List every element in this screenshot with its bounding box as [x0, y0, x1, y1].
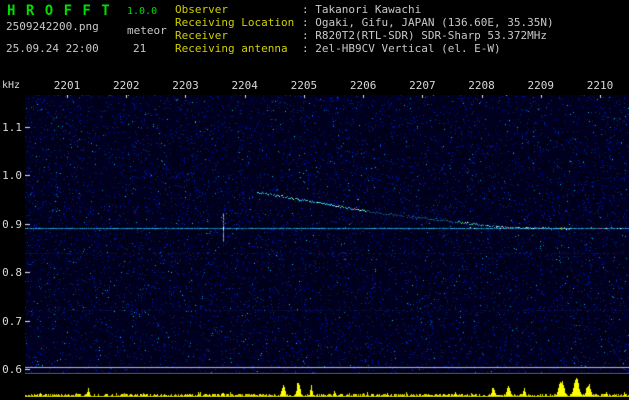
spectrogram-canvas: [25, 95, 629, 374]
app-version: 1.0.0: [127, 6, 158, 17]
y-tick-label: 0.8: [2, 266, 22, 280]
y-tick-label: 1.1: [2, 120, 22, 134]
x-tick-label: 2204: [231, 79, 258, 92]
station-info-row: Receiving antenna : 2el-HB9CV Vertical (e…: [175, 41, 554, 56]
x-tick-label: 2209: [527, 79, 555, 92]
info-value: : Ogaki, Gifu, JAPAN (136.60E, 35.35N): [302, 15, 554, 29]
observation-datetime: 25.09.24 22:00: [6, 42, 99, 55]
y-axis-unit-label: kHz: [2, 80, 21, 91]
output-filename: 2509242200.png: [6, 20, 99, 33]
x-tick-label: 2205: [290, 79, 318, 92]
info-value: : R820T2(RTL-SDR) SDR-Sharp 53.372MHz: [302, 28, 548, 42]
info-label: Receiving Location: [175, 15, 295, 29]
x-tick-label: 2202: [113, 79, 140, 92]
y-tick-label: 0.9: [2, 217, 22, 231]
app-title: H R O F F T: [7, 3, 111, 19]
hrofft-output-window: H R O F F T 1.0.0 2509242200.png meteor …: [0, 0, 629, 400]
info-value: : Takanori Kawachi: [302, 3, 422, 16]
x-tick-label: 2203: [172, 79, 199, 92]
x-tick-label: 2210: [586, 79, 614, 92]
x-tick-label: 2208: [468, 79, 495, 92]
x-tick-label: 2201: [53, 79, 81, 92]
station-info: Observer : Takanori Kawachi Receiving Loca…: [175, 3, 554, 56]
y-tick-label: 0.7: [2, 314, 22, 328]
x-tick-label: 2206: [349, 79, 377, 92]
info-label: Observer: [175, 3, 228, 16]
x-tick-label: 2207: [409, 79, 436, 92]
y-tick-label: 0.6: [2, 363, 22, 377]
echo-count: 21: [133, 42, 147, 55]
y-tick-label: 1.0: [2, 169, 22, 183]
info-label: Receiving antenna: [175, 41, 288, 55]
signal-level-strip-canvas: [25, 377, 629, 397]
info-value: : 2el-HB9CV Vertical (el. E-W): [302, 41, 501, 55]
info-label: Receiver: [175, 28, 228, 42]
mode-label: meteor: [127, 24, 167, 37]
